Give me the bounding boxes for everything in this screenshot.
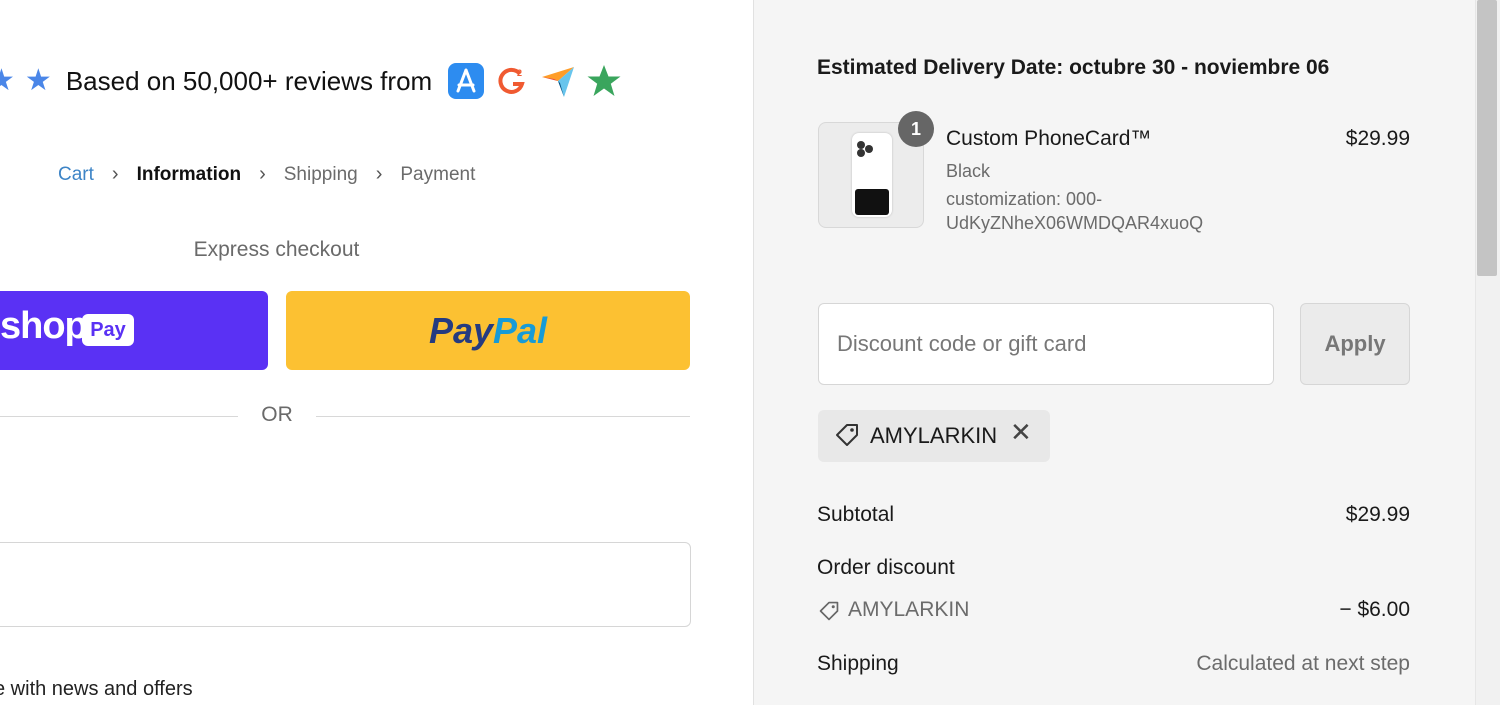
breadcrumb-payment: Payment xyxy=(400,163,476,185)
chevron-right-icon: › xyxy=(375,163,383,185)
chevron-right-icon: › xyxy=(111,163,119,185)
checkout-form-pane: ★ ★ Based on 50,000+ reviews from 2 Cart… xyxy=(0,0,753,705)
reviews-banner: ★ ★ Based on 50,000+ reviews from 2 xyxy=(0,58,622,104)
camera-lens xyxy=(865,145,873,153)
phone-card xyxy=(855,189,889,215)
breadcrumb: Cart › Information › Shipping › Payment xyxy=(58,163,475,186)
app-store-icon xyxy=(448,63,485,99)
camera-lens xyxy=(857,141,865,149)
breadcrumb-shipping: Shipping xyxy=(283,163,358,185)
tag-icon xyxy=(818,600,840,627)
camera-lens xyxy=(857,149,865,157)
order-discount-code: AMYLARKIN xyxy=(848,598,970,621)
applied-discount-code: AMYLARKIN xyxy=(870,423,998,448)
shop-pay-wordmark: shop xyxy=(0,305,88,347)
discount-code-input[interactable] xyxy=(818,303,1274,385)
subtotal-label: Subtotal xyxy=(817,503,895,526)
scrollbar-thumb[interactable] xyxy=(1477,0,1497,276)
breadcrumb-cart[interactable]: Cart xyxy=(58,164,94,186)
phone-image xyxy=(852,133,892,217)
svg-text:2: 2 xyxy=(517,68,522,78)
paypal-wordmark-pal: Pal xyxy=(493,309,548,351)
shop-pay-badge: Pay xyxy=(82,314,134,346)
applied-discount-tag: AMYLARKIN ✕ xyxy=(818,410,1050,462)
paypal-wordmark-pay: Pay xyxy=(428,309,493,351)
star-icon: ★ xyxy=(24,64,52,97)
quantity-badge: 1 xyxy=(898,111,934,147)
product-price: $29.99 xyxy=(1345,127,1410,150)
product-customization: customization: 000-UdKyZNheX06WMDQAR4xuo… xyxy=(946,189,1204,233)
star-icon: ★ xyxy=(0,64,15,97)
order-discount-label: Order discount xyxy=(817,556,955,579)
capterra-icon xyxy=(540,63,576,99)
paypal-button[interactable]: Pay Pal xyxy=(286,291,690,370)
express-checkout-label: Express checkout xyxy=(193,238,360,261)
breadcrumb-information: Information xyxy=(136,163,242,185)
shipping-label: Shipping xyxy=(817,652,899,675)
order-discount-value: − $6.00 xyxy=(1339,598,1410,621)
divider-line xyxy=(316,416,690,417)
tag-icon xyxy=(834,422,860,453)
estimated-delivery-date: Estimated Delivery Date: octubre 30 - no… xyxy=(817,56,1330,79)
reviews-text: Based on 50,000+ reviews from xyxy=(65,65,433,96)
shipping-value: Calculated at next step xyxy=(1196,652,1410,675)
shop-pay-button[interactable]: shop Pay xyxy=(0,291,268,370)
newsletter-checkbox-label[interactable]: e with news and offers xyxy=(0,678,193,701)
contact-email-field[interactable] xyxy=(0,542,691,627)
apply-discount-button[interactable]: Apply xyxy=(1300,303,1410,385)
divider-line xyxy=(0,416,238,417)
chevron-right-icon: › xyxy=(259,163,266,185)
trustpilot-icon xyxy=(586,63,622,99)
product-variant: Black xyxy=(946,161,991,181)
product-title: Custom PhoneCard™ xyxy=(946,127,1152,150)
or-divider-text: OR xyxy=(261,403,293,426)
remove-discount-icon[interactable]: ✕ xyxy=(1010,419,1032,445)
g2-icon: 2 xyxy=(494,63,530,99)
subtotal-value: $29.99 xyxy=(1345,503,1410,526)
